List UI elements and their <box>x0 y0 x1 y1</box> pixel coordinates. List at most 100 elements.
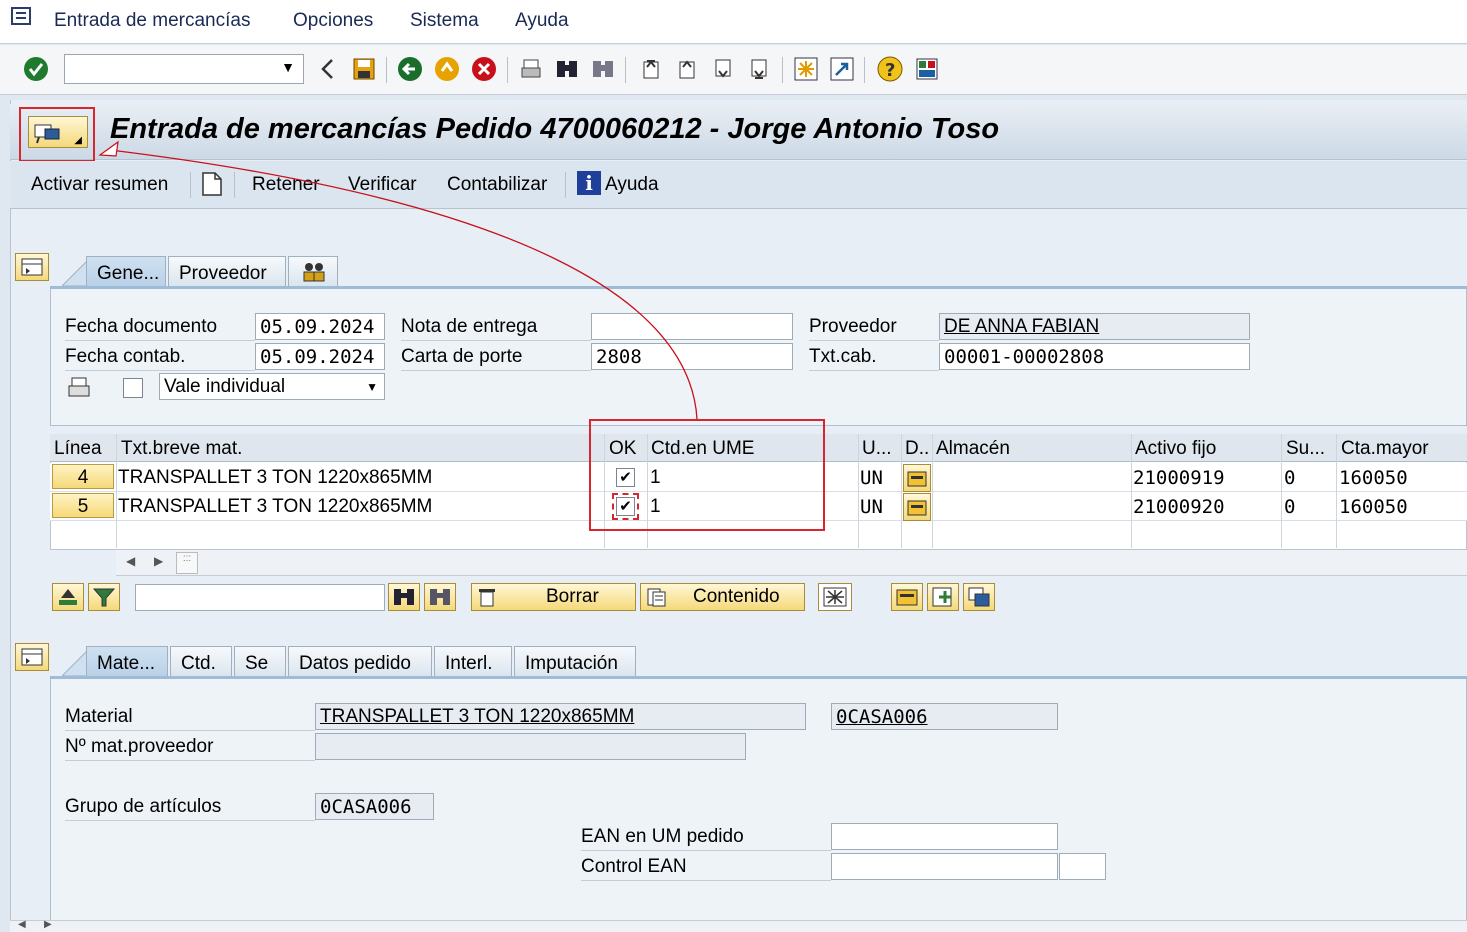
material-label: Material <box>65 706 133 727</box>
tab-general[interactable]: Gene... <box>86 256 166 286</box>
cta-mayor-field[interactable]: 160050 <box>1339 496 1408 518</box>
menu-sistema[interactable]: Sistema <box>410 10 479 32</box>
back-arrow-icon[interactable] <box>314 55 342 83</box>
grupo-articulos-field[interactable]: 0CASA006 <box>315 793 434 820</box>
ayuda-button[interactable]: Ayuda <box>605 174 659 196</box>
table-search-field[interactable] <box>135 584 385 611</box>
activar-resumen-button[interactable]: Activar resumen <box>31 174 168 196</box>
activo-fijo-field[interactable]: 21000919 <box>1133 467 1225 489</box>
um-field[interactable]: UN <box>860 496 883 518</box>
back-green-icon[interactable] <box>396 55 424 83</box>
col-linea[interactable]: Línea <box>54 438 102 460</box>
col-txt-breve[interactable]: Txt.breve mat. <box>121 438 242 460</box>
tab-se[interactable]: Se <box>234 646 286 676</box>
system-menu-icon[interactable] <box>10 6 34 28</box>
su-field[interactable]: 0 <box>1284 496 1295 518</box>
col-activo-fijo[interactable]: Activo fijo <box>1135 438 1216 460</box>
new-document-icon[interactable] <box>200 171 224 197</box>
activo-fijo-field[interactable]: 21000920 <box>1133 496 1225 518</box>
fecha-documento-field[interactable]: 05.09.2024 <box>255 313 385 340</box>
ean-um-pedido-field[interactable] <box>831 823 1058 850</box>
nota-entrega-field[interactable] <box>591 313 793 340</box>
layout-menu-icon[interactable] <box>913 55 941 83</box>
save-icon[interactable] <box>350 55 378 83</box>
menu-opciones[interactable]: Opciones <box>293 10 373 32</box>
chevron-down-icon[interactable]: ▼ <box>366 380 378 394</box>
col-cta-mayor[interactable]: Cta.mayor <box>1341 438 1429 460</box>
su-field[interactable]: 0 <box>1284 467 1295 489</box>
config-table-button[interactable] <box>818 583 852 611</box>
page-scrollbar[interactable]: ◀ ▶ <box>10 919 1467 932</box>
create-session-icon[interactable] <box>792 55 820 83</box>
command-field[interactable]: ▼ <box>64 54 304 84</box>
detail-folder-icon[interactable] <box>903 493 931 521</box>
menu-ayuda[interactable]: Ayuda <box>515 10 569 32</box>
proveedor-field[interactable]: DE ANNA FABIAN <box>939 313 1250 340</box>
print-icon[interactable] <box>517 55 545 83</box>
print-vale-icon[interactable] <box>66 376 92 400</box>
vale-checkbox[interactable] <box>123 378 143 398</box>
borrar-button[interactable]: Borrar <box>471 583 636 611</box>
chevron-down-icon[interactable]: ▼ <box>281 59 295 75</box>
tab-partners[interactable] <box>288 256 338 286</box>
contabilizar-button[interactable]: Contabilizar <box>447 174 547 196</box>
tab-interlocutor[interactable]: Interl. <box>434 646 512 676</box>
copy-line-button[interactable] <box>963 583 995 611</box>
menu-entrada-mercancias[interactable]: Entrada de mercancías <box>54 10 250 32</box>
scroll-right-icon[interactable]: ▶ <box>44 919 52 930</box>
enter-check-icon[interactable] <box>22 55 50 83</box>
material-text-field[interactable]: TRANSPALLET 3 TON 1220x865MM <box>315 703 806 730</box>
scroll-thumb[interactable]: ::: <box>176 552 198 574</box>
verificar-button[interactable]: Verificar <box>348 174 417 196</box>
first-page-icon[interactable] <box>637 55 665 83</box>
next-page-icon[interactable] <box>709 55 737 83</box>
cta-mayor-field[interactable]: 160050 <box>1339 467 1408 489</box>
page-title: Entrada de mercancías Pedido 4700060212 … <box>110 113 1000 145</box>
retener-button[interactable]: Retener <box>252 174 320 196</box>
col-su[interactable]: Su... <box>1286 438 1325 460</box>
sort-ascending-button[interactable] <box>52 583 84 611</box>
detail-button[interactable] <box>891 583 923 611</box>
detail-folder-icon[interactable] <box>903 464 931 492</box>
scroll-left-icon[interactable]: ◀ <box>18 919 26 930</box>
control-ean-field[interactable] <box>831 853 1058 880</box>
control-ean-extra-field[interactable] <box>1059 853 1106 880</box>
tab-proveedor[interactable]: Proveedor <box>168 256 286 286</box>
vale-select[interactable]: Vale individual ▼ <box>159 373 385 400</box>
line-number-button[interactable]: 4 <box>52 464 114 489</box>
tab-material[interactable]: Mate... <box>86 646 168 676</box>
scroll-right-icon[interactable]: ▶ <box>154 554 163 568</box>
table-find-next-button[interactable] <box>424 583 456 611</box>
line-number-button[interactable]: 5 <box>52 493 114 518</box>
filter-button[interactable] <box>88 583 120 611</box>
find-icon[interactable] <box>553 55 581 83</box>
add-line-button[interactable] <box>927 583 959 611</box>
contenido-button[interactable]: Contenido <box>640 583 805 611</box>
grupo-articulos-label: Grupo de artículos <box>65 796 222 817</box>
tab-imputacion[interactable]: Imputación <box>514 646 636 676</box>
header-collapse-button[interactable] <box>15 253 49 281</box>
exit-icon[interactable] <box>433 55 461 83</box>
tab-datos-pedido[interactable]: Datos pedido <box>288 646 432 676</box>
detail-collapse-button[interactable] <box>15 643 49 671</box>
um-field[interactable]: UN <box>860 467 883 489</box>
fecha-contab-field[interactable]: 05.09.2024 <box>255 343 385 370</box>
previous-page-icon[interactable] <box>673 55 701 83</box>
help-icon[interactable]: ? <box>876 55 904 83</box>
cancel-icon[interactable] <box>470 55 498 83</box>
scroll-left-icon[interactable]: ◀ <box>126 554 135 568</box>
shortcut-icon[interactable] <box>828 55 856 83</box>
material-code-field[interactable]: 0CASA006 <box>831 703 1058 730</box>
horizontal-scrollbar[interactable]: ◀ ▶ ::: <box>116 550 1467 576</box>
txt-cab-field[interactable]: 00001-00002808 <box>939 343 1250 370</box>
col-almacen[interactable]: Almacén <box>936 438 1010 460</box>
info-icon[interactable]: i <box>577 171 601 195</box>
col-um[interactable]: U... <box>862 438 892 460</box>
nro-mat-proveedor-field[interactable] <box>315 733 746 760</box>
table-find-button[interactable] <box>388 583 420 611</box>
last-page-icon[interactable] <box>745 55 773 83</box>
find-next-icon[interactable] <box>589 55 617 83</box>
carta-porte-field[interactable]: 2808 <box>591 343 793 370</box>
col-d[interactable]: D.. <box>905 438 929 460</box>
tab-cantidad[interactable]: Ctd. <box>170 646 232 676</box>
